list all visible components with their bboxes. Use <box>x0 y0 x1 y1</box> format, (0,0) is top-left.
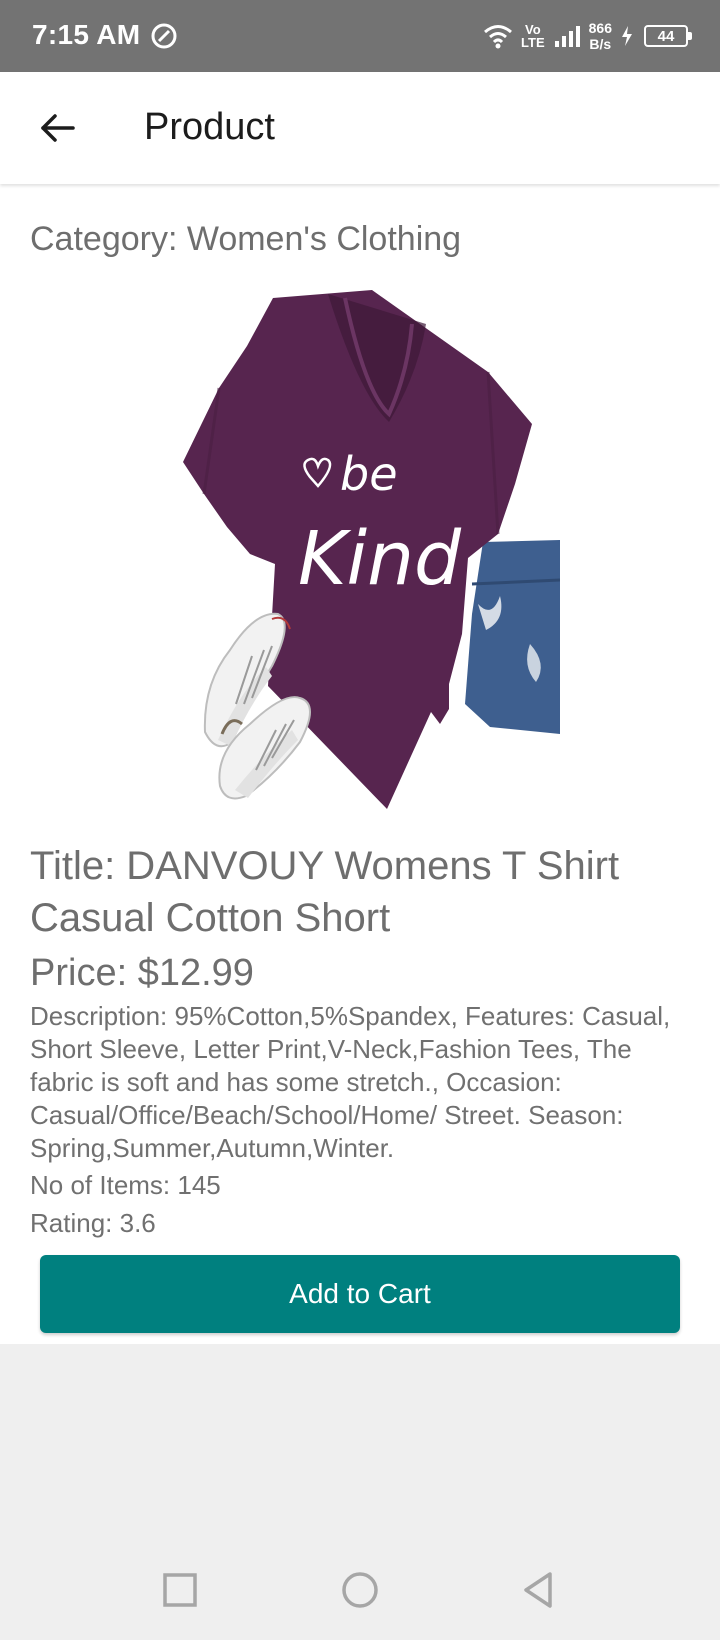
product-rating: Rating: 3.6 <box>30 1208 156 1238</box>
product-description: Description: 95%Cotton,5%Spandex, Featur… <box>30 1001 671 1163</box>
network-speed-unit: B/s <box>589 36 612 52</box>
status-bar: 7:15 AM Vo LTE 866 B/s 44 <box>0 0 720 72</box>
charging-bolt-icon <box>622 26 632 46</box>
network-speed-value: 866 <box>588 20 612 36</box>
product-image: be Kind <box>183 290 560 809</box>
arrow-left-icon <box>41 114 75 142</box>
print-text-be: be <box>340 447 398 501</box>
battery-indicator: 44 <box>644 25 692 47</box>
triangle-back-icon[interactable] <box>518 1568 562 1612</box>
volte-indicator: Vo LTE <box>521 23 545 49</box>
product-price: Price: $12.99 <box>30 952 254 994</box>
system-navigation-bar <box>0 1540 720 1640</box>
square-icon[interactable] <box>158 1568 202 1612</box>
back-button[interactable] <box>30 100 86 156</box>
product-stock-count: No of Items: 145 <box>30 1170 221 1200</box>
volte-bottom-text: LTE <box>521 35 545 50</box>
print-text-kind: Kind <box>298 516 462 602</box>
wifi-icon <box>484 25 513 49</box>
product-title: Title: DANVOUY Womens T Shirt Casual Cot… <box>30 844 620 940</box>
add-to-cart-button[interactable]: Add to Cart <box>40 1255 680 1333</box>
status-indicators: Vo LTE 866 B/s 44 <box>483 16 692 56</box>
signal-icon <box>554 26 580 47</box>
app-bar: Product <box>0 72 720 184</box>
page-title: Product <box>144 106 275 148</box>
do-not-disturb-icon <box>151 23 177 49</box>
status-time: 7:15 AM <box>32 19 141 50</box>
product-category: Category: Women's Clothing <box>30 220 462 258</box>
network-speed: 866 B/s <box>589 20 612 52</box>
battery-level: 44 <box>657 27 675 45</box>
circle-icon[interactable] <box>338 1568 382 1612</box>
product-details: Category: Women's Clothing be Kind Title… <box>0 184 720 1344</box>
